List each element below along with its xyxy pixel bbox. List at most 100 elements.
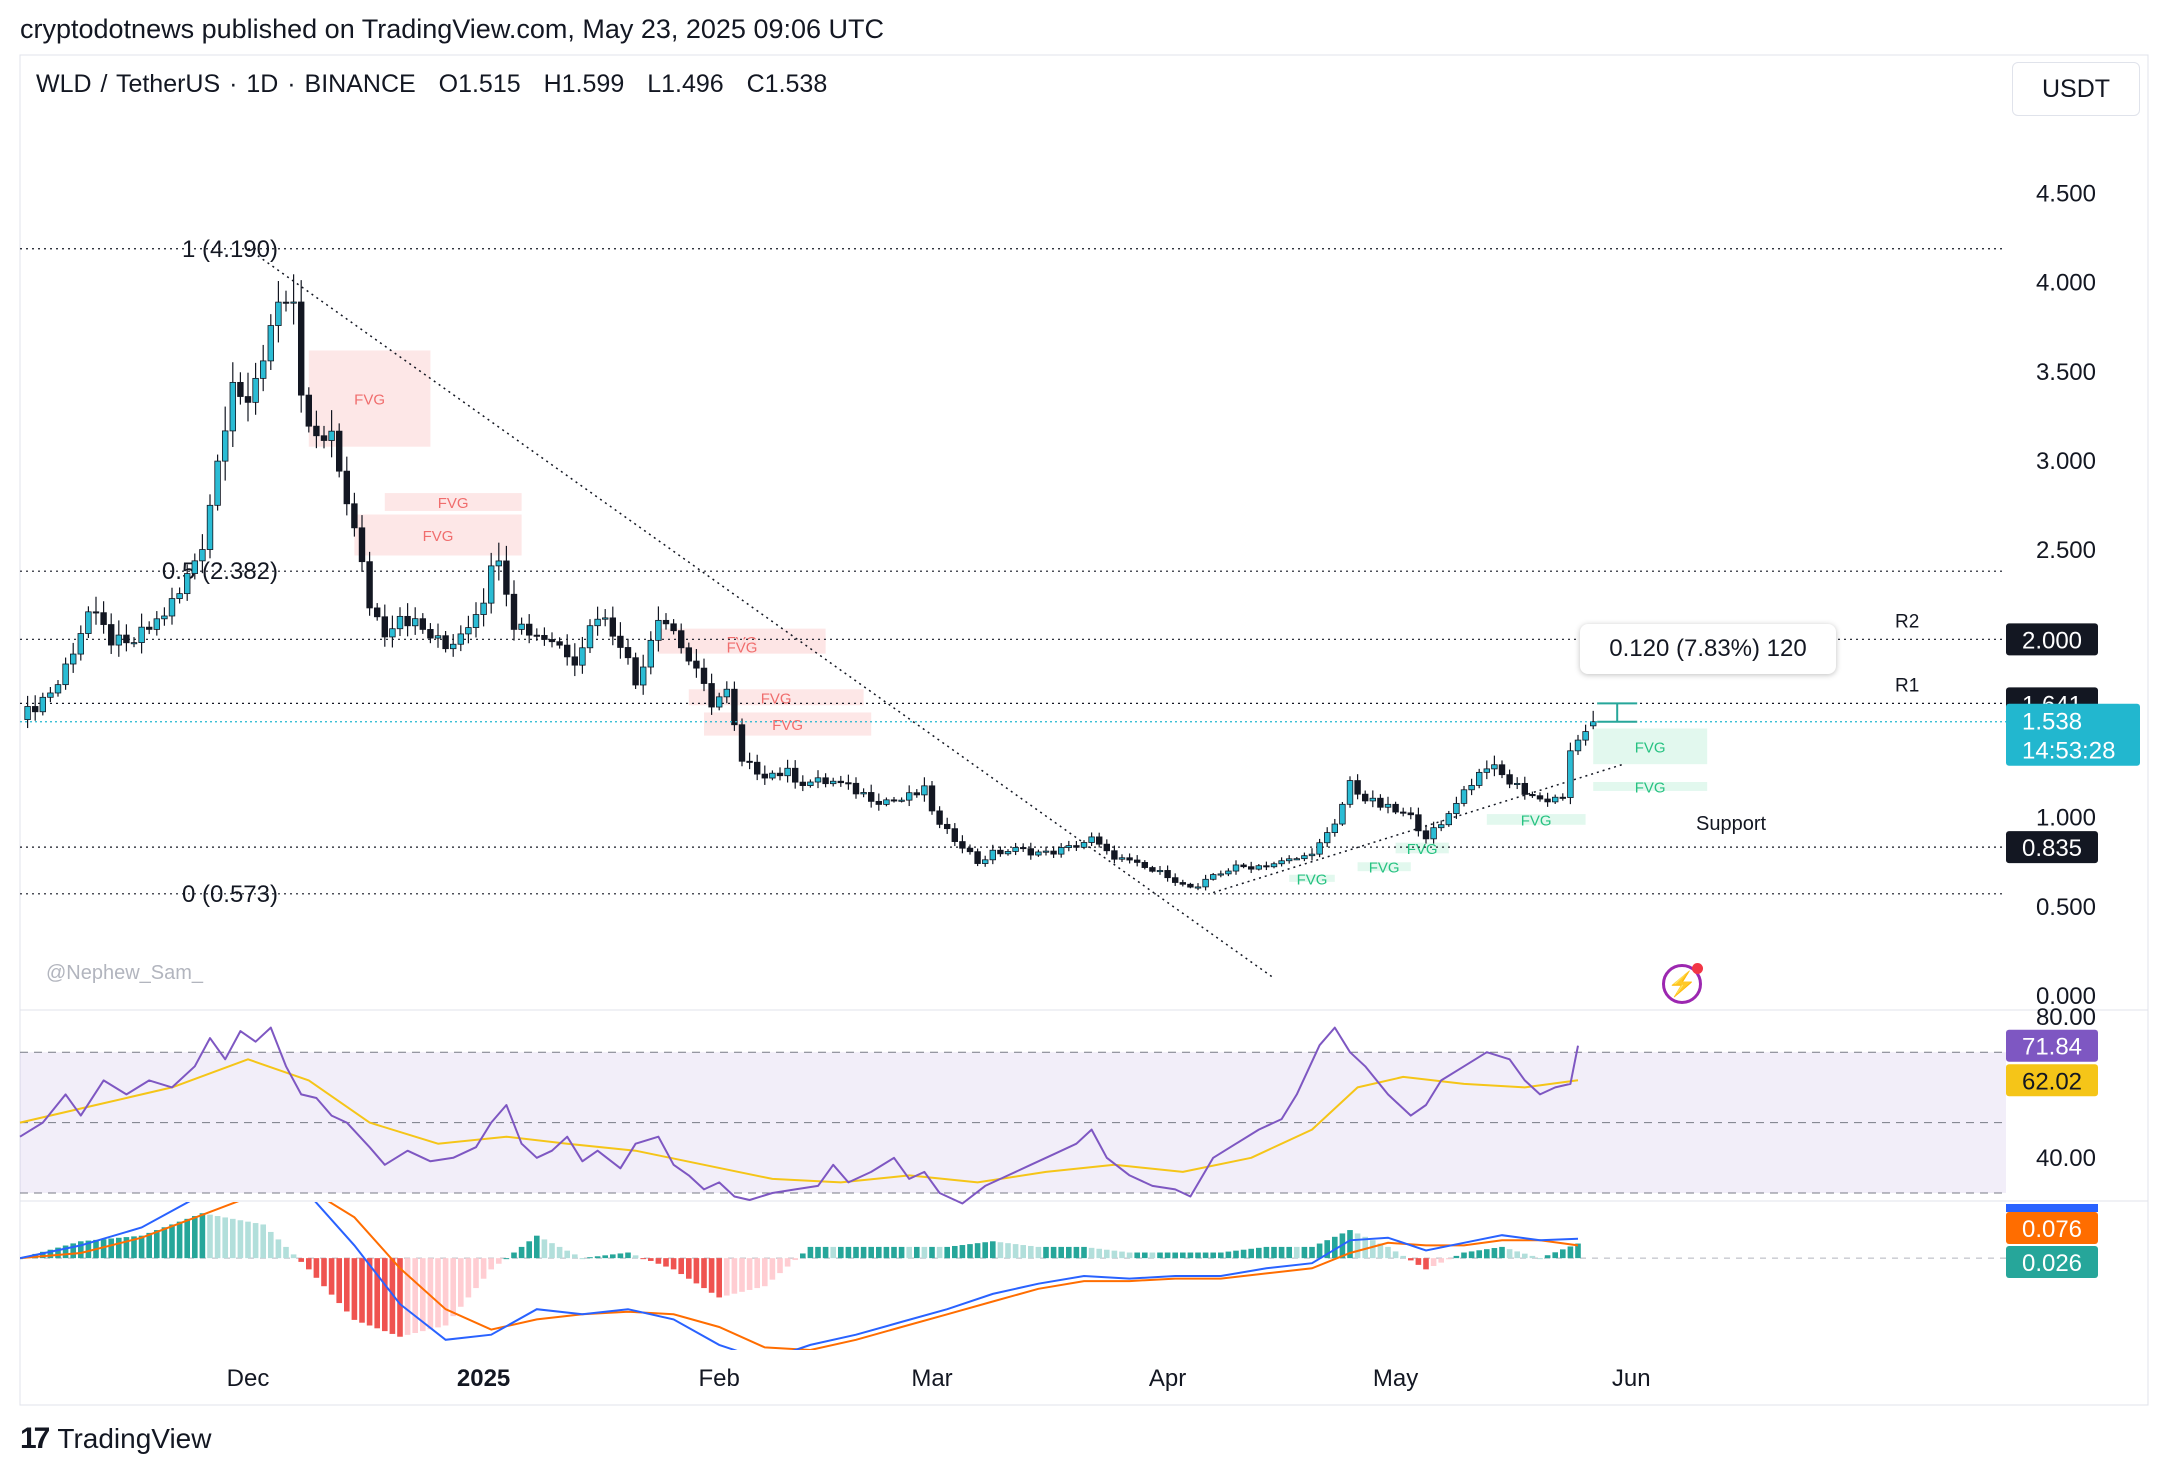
measure-label[interactable]: 0.120 (7.83%) 120 <box>1580 624 1836 674</box>
macd-signal-line <box>20 1202 1579 1350</box>
candle-up <box>1339 803 1346 825</box>
candle-down <box>868 792 875 802</box>
candle-down <box>1073 845 1080 848</box>
macd-hist-bar <box>169 1224 175 1259</box>
candle-down <box>381 616 388 638</box>
macd-hist-bar <box>351 1258 358 1320</box>
macd-hist-bar <box>876 1246 882 1259</box>
candle-up <box>1286 858 1293 862</box>
candle-up <box>1293 858 1300 861</box>
candle-down <box>944 823 951 830</box>
candle-down <box>852 782 860 795</box>
candle-down <box>890 799 898 802</box>
macd-hist-bar <box>199 1213 206 1259</box>
macd-hist-bar <box>1461 1252 1467 1259</box>
candle-up <box>396 615 404 630</box>
macd-hist-bar <box>1423 1258 1429 1270</box>
candle-down <box>1126 857 1133 861</box>
candle-down <box>936 810 943 825</box>
macd-hist-bar <box>997 1242 1004 1259</box>
macd-hist-bar <box>184 1218 190 1259</box>
fvg-label: FVG <box>438 495 469 512</box>
y-tick-label: 4.500 <box>2036 181 2096 208</box>
macd-hist-bar <box>1476 1250 1482 1259</box>
candle-up <box>47 692 54 698</box>
candle-down <box>533 634 540 637</box>
macd-hist-bar <box>1020 1245 1026 1259</box>
macd-hist-bar <box>678 1258 684 1275</box>
candle-down <box>1362 793 1369 802</box>
macd-tag-edge <box>2006 1204 2098 1212</box>
macd-hist-bar <box>944 1246 950 1259</box>
candle-down <box>845 782 852 785</box>
macd-hist-bar <box>1529 1255 1536 1259</box>
candle-down <box>875 800 882 805</box>
macd-hist-bar <box>1111 1250 1118 1259</box>
candle-up <box>221 430 229 462</box>
tv-logo-text: TradingView <box>57 1423 212 1454</box>
macd-hist-bar <box>480 1258 487 1279</box>
candle-down <box>1248 866 1255 870</box>
macd-hist-bar <box>731 1258 738 1294</box>
candle-down <box>366 561 373 609</box>
candle-down <box>244 396 252 403</box>
macd-hist-bar <box>1544 1255 1551 1259</box>
candle-down <box>1172 877 1179 883</box>
macd-hist-bar <box>1438 1258 1444 1263</box>
candle-up <box>1202 878 1209 888</box>
candle-up <box>1232 864 1240 872</box>
candle-up <box>1331 823 1338 833</box>
macd-hist-bar <box>1134 1252 1140 1259</box>
macd-hist-bar <box>1385 1246 1391 1259</box>
macd-hist-bar <box>260 1224 266 1259</box>
macd-hist-bar <box>1126 1252 1133 1259</box>
candle-down <box>526 623 533 636</box>
candle-up <box>518 623 525 630</box>
macd-hist-bar <box>488 1258 494 1270</box>
macd-hist-bar <box>1157 1252 1163 1259</box>
macd-hist-bar <box>1309 1246 1315 1259</box>
macd-hist-bar <box>1286 1246 1292 1259</box>
macd-hist-bar <box>207 1214 213 1259</box>
price-chart-svg[interactable]: 4.5004.0003.5003.0002.5001.0000.5000.000… <box>0 0 2168 1410</box>
candle-down <box>913 792 920 796</box>
macd-hist-bar <box>1104 1249 1110 1259</box>
lightning-icon[interactable]: ⚡ <box>1662 963 1703 1004</box>
candle-up <box>62 663 69 686</box>
macd-hist-bar <box>1164 1252 1171 1259</box>
candle-down <box>792 767 799 783</box>
candle-up <box>328 430 335 441</box>
candle-up <box>640 666 647 686</box>
candle-up <box>24 706 31 720</box>
macd-hist-bar <box>663 1258 669 1267</box>
candle-down <box>1164 870 1171 879</box>
candle-down <box>693 660 700 669</box>
candle-up <box>1384 803 1392 808</box>
candle-up <box>130 642 138 645</box>
macd-hist-bar <box>374 1258 380 1329</box>
candle-down <box>1111 850 1118 860</box>
candle-up <box>647 639 654 668</box>
candle-down <box>1559 796 1566 799</box>
tradingview-logo[interactable]: 17 TradingView <box>20 1422 211 1456</box>
macd-hist-bar <box>1499 1246 1505 1259</box>
macd-hist-bar <box>313 1258 320 1278</box>
macd-hist-bar <box>784 1258 791 1267</box>
candle-down <box>1050 850 1057 855</box>
candle-down <box>837 780 844 784</box>
candle-up <box>252 377 259 403</box>
macd-hist-bar <box>534 1235 540 1259</box>
macd-value-label: 0.076 <box>2022 1216 2082 1243</box>
macd-hist-bar <box>1552 1252 1558 1259</box>
candle-up <box>176 593 183 599</box>
candle-up <box>1369 797 1376 802</box>
fib-level-label: 1 (4.190) <box>182 236 278 263</box>
candle-down <box>358 527 366 563</box>
macd-hist-bar <box>146 1232 152 1259</box>
macd-hist-bar <box>1415 1258 1422 1265</box>
macd-hist-bar <box>617 1253 624 1259</box>
macd-hist-bar <box>1354 1233 1361 1259</box>
candle-up <box>1590 721 1597 727</box>
candle-up <box>1445 813 1452 826</box>
macd-hist-bar <box>359 1258 365 1323</box>
